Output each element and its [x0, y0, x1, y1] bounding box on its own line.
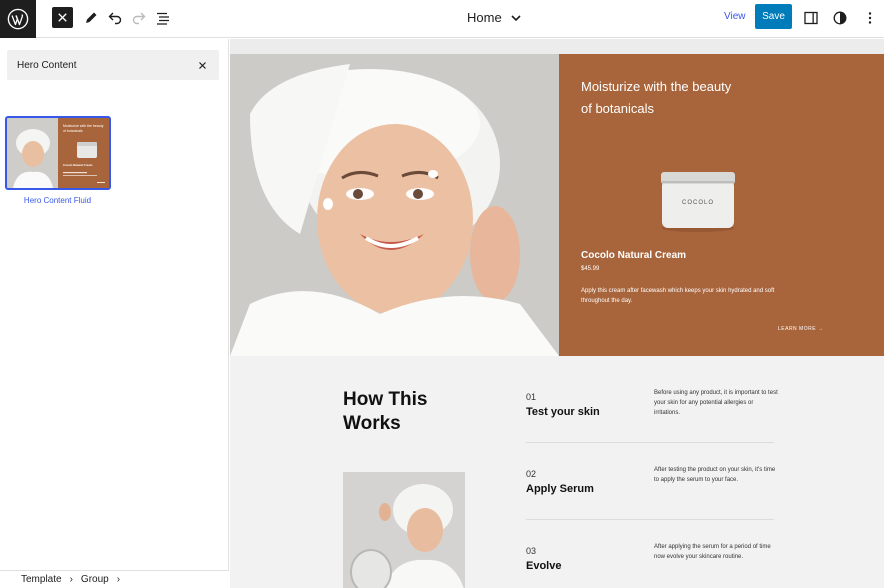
pattern-inserter-panel: Moisturize with the beauty of botanicals… — [0, 39, 229, 588]
save-button[interactable]: Save — [755, 4, 792, 29]
document-title: Home — [467, 10, 502, 25]
close-icon — [58, 13, 67, 22]
jar-brand-label: COCOLO — [681, 200, 714, 206]
list-view-button[interactable] — [153, 8, 173, 28]
product-description[interactable]: Apply this cream after facewash which ke… — [581, 286, 801, 306]
wordpress-icon — [7, 8, 29, 30]
product-name[interactable]: Cocolo Natural Cream — [581, 250, 686, 261]
how-it-works-section[interactable]: How This Works 01 Test your skin Before … — [230, 356, 884, 588]
breadcrumb-item-group[interactable]: Group — [81, 574, 109, 585]
step-number: 01 — [526, 392, 537, 402]
product-jar: COCOLO — [659, 170, 737, 232]
step-title[interactable]: Test your skin — [526, 406, 600, 418]
woman-with-mirror-image — [343, 472, 465, 588]
tools-button[interactable] — [81, 8, 101, 28]
hero-content-panel[interactable]: Moisturize with the beauty of botanicals… — [559, 54, 884, 356]
wordpress-logo-button[interactable] — [0, 0, 36, 38]
more-vertical-icon — [868, 12, 872, 24]
styles-icon — [833, 11, 847, 25]
step-divider — [526, 519, 774, 520]
pattern-thumbnail-heading: Moisturize with the beauty of botanicals — [63, 124, 104, 133]
works-image[interactable] — [343, 472, 465, 588]
clear-search-button[interactable] — [195, 58, 209, 72]
hero-heading[interactable]: Moisturize with the beauty of botanicals — [581, 76, 741, 120]
step-title[interactable]: Evolve — [526, 560, 561, 572]
pattern-thumbnail-product: Cocolo Natural Cream — [63, 163, 93, 167]
page-content: Moisturize with the beauty of botanicals… — [230, 54, 884, 588]
chevron-right-icon: › — [69, 574, 73, 585]
settings-sidebar-icon — [804, 11, 818, 25]
list-view-icon — [157, 12, 169, 25]
chevron-right-icon: › — [116, 574, 121, 585]
learn-more-link[interactable]: LEARN MORE → — [778, 326, 823, 332]
step-divider — [526, 442, 774, 443]
pattern-preview-hero-content-fluid[interactable]: Moisturize with the beauty of botanicals… — [5, 116, 111, 190]
step-description[interactable]: After applying the serum for a period of… — [654, 542, 779, 562]
step-title[interactable]: Apply Serum — [526, 483, 594, 495]
pattern-search — [7, 50, 219, 80]
close-inserter-button[interactable] — [52, 7, 73, 28]
works-heading[interactable]: How This Works — [343, 388, 463, 436]
settings-sidebar-button[interactable] — [801, 8, 821, 28]
breadcrumb: Template › Group › — [0, 570, 229, 588]
pencil-icon — [86, 12, 97, 23]
editor-canvas: Moisturize with the beauty of botanicals… — [230, 39, 884, 588]
chevron-down-icon — [511, 14, 521, 21]
pattern-label: Hero Content Fluid — [23, 196, 92, 205]
undo-icon — [108, 12, 122, 25]
document-title-dropdown[interactable]: Home — [467, 10, 522, 25]
editor-toolbar: Home View Save — [0, 0, 884, 38]
close-icon — [198, 61, 206, 69]
woman-with-towel-image — [230, 54, 559, 356]
step-number: 03 — [526, 546, 537, 556]
step-description[interactable]: Before using any product, it is importan… — [654, 388, 779, 418]
redo-icon — [132, 12, 146, 25]
step-number: 02 — [526, 469, 537, 479]
step-description[interactable]: After testing the product on your skin, … — [654, 465, 779, 485]
product-price[interactable]: $45.99 — [581, 266, 599, 272]
hero-section[interactable]: Moisturize with the beauty of botanicals… — [230, 54, 884, 356]
styles-button[interactable] — [830, 8, 850, 28]
redo-button[interactable] — [129, 8, 149, 28]
undo-button[interactable] — [105, 8, 125, 28]
view-button[interactable]: View — [724, 11, 746, 22]
options-button[interactable] — [860, 8, 880, 28]
pattern-search-input[interactable] — [7, 50, 187, 80]
hero-image[interactable] — [230, 54, 559, 356]
breadcrumb-item-template[interactable]: Template — [21, 574, 62, 585]
